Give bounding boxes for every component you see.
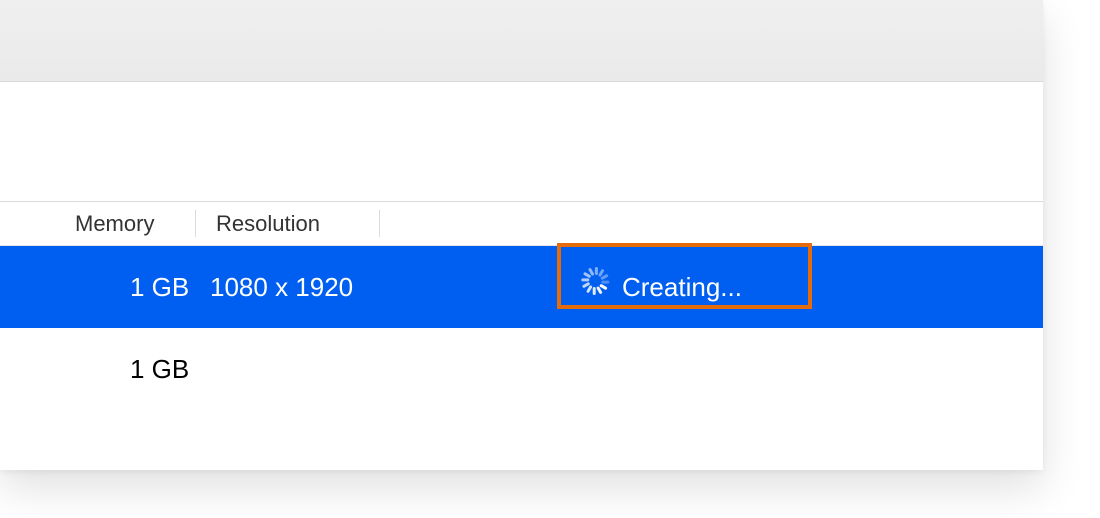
table-row[interactable]: 1 GB	[0, 328, 1043, 410]
memory-value: 1 GB	[130, 272, 189, 302]
spinner-icon	[580, 273, 608, 301]
resolution-value: 1080 x 1920	[210, 272, 353, 302]
column-separator	[379, 210, 380, 237]
column-header-resolution[interactable]: Resolution	[196, 202, 380, 245]
status-text: Creating...	[622, 272, 742, 303]
window-toolbar	[0, 82, 1043, 202]
table-row[interactable]: 1 GB 1080 x 1920 Creating...	[0, 246, 1043, 328]
column-header-label: Resolution	[216, 211, 320, 237]
window-titlebar	[0, 0, 1043, 82]
table-header-row: Memory Resolution	[0, 202, 1043, 246]
memory-value: 1 GB	[130, 354, 189, 384]
cell-resolution: 1080 x 1920	[210, 272, 410, 303]
column-header-label: Memory	[75, 211, 154, 237]
window: Memory Resolution 1 GB 1080 x 1920 Creat…	[0, 0, 1043, 470]
cell-memory: 1 GB	[0, 354, 210, 385]
column-header-memory[interactable]: Memory	[0, 202, 196, 245]
cell-status: Creating...	[580, 272, 742, 303]
cell-memory: 1 GB	[0, 272, 210, 303]
